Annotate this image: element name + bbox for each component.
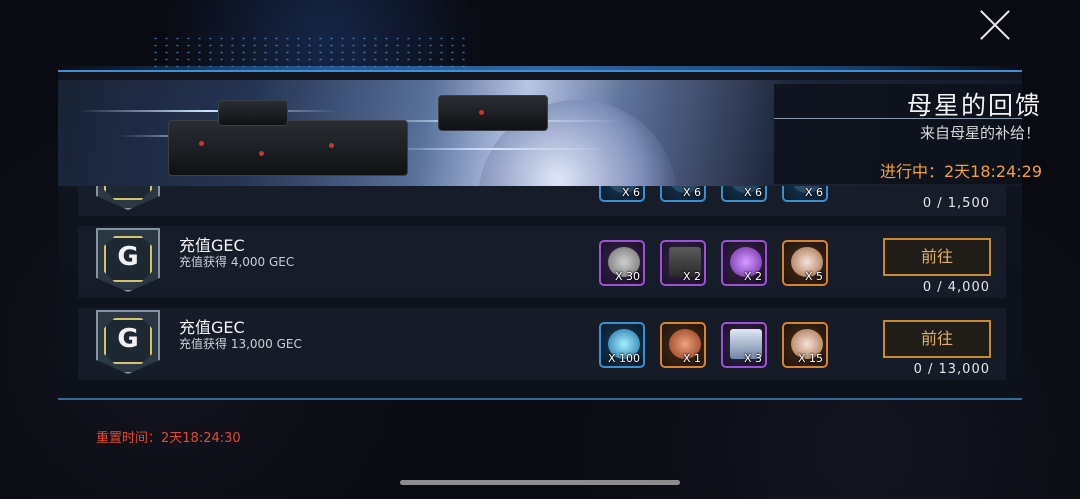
task-row-3: G 充值GEC 充值获得 13,000 GEC X 100 X 1 X 3 X … <box>78 308 1006 380</box>
task-progress: 0 / 4,000 <box>922 280 990 295</box>
reward-item[interactable]: X 100 <box>599 322 645 368</box>
event-title: 母星的回馈 <box>906 91 1042 120</box>
close-icon[interactable] <box>978 8 1012 42</box>
task-desc: 充值获得 13,000 GEC <box>179 337 302 351</box>
reward-item[interactable]: X 3 <box>721 322 767 368</box>
reset-timer: 重置时间：2天18:24:30 <box>96 431 241 446</box>
reward-item[interactable]: X 15 <box>782 322 828 368</box>
home-indicator[interactable] <box>400 480 680 485</box>
task-progress: 0 / 1,500 <box>922 196 990 211</box>
gec-badge: G <box>96 310 160 374</box>
gec-badge: G <box>96 228 160 292</box>
divider <box>774 118 1022 119</box>
reward-item[interactable]: X 30 <box>599 240 645 286</box>
event-subtitle: 来自母星的补给！ <box>919 124 1040 142</box>
goto-button[interactable]: 前往 <box>883 238 991 276</box>
task-row-2: G 充值GEC 充值获得 4,000 GEC X 30 X 2 X 2 X 5 … <box>78 226 1006 298</box>
reward-item[interactable]: X 5 <box>782 240 828 286</box>
task-progress: 0 / 13,000 <box>913 362 990 377</box>
gec-icon: G <box>117 324 139 354</box>
gec-icon: G <box>117 242 139 272</box>
event-timer: 进行中：2天18:24:29 <box>879 162 1042 181</box>
task-desc: 充值获得 4,000 GEC <box>179 255 295 269</box>
reward-item[interactable]: X 2 <box>660 240 706 286</box>
reward-item[interactable]: X 1 <box>660 322 706 368</box>
reward-item[interactable]: X 2 <box>721 240 767 286</box>
goto-button[interactable]: 前往 <box>883 320 991 358</box>
